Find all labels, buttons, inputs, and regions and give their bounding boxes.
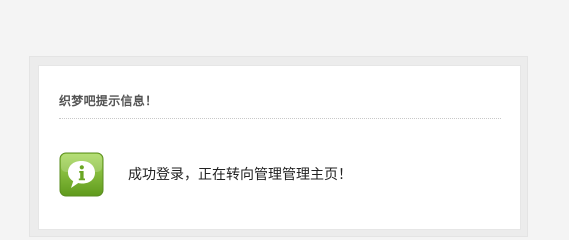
message-box: 织梦吧提示信息！ 成功登录，正在转向管理管理主页！ <box>38 65 521 230</box>
title-divider <box>59 118 501 119</box>
message-body: 成功登录，正在转向管理管理主页！ <box>128 167 352 183</box>
message-title: 织梦吧提示信息！ <box>59 94 158 108</box>
info-speech-bubble-icon <box>59 152 104 197</box>
